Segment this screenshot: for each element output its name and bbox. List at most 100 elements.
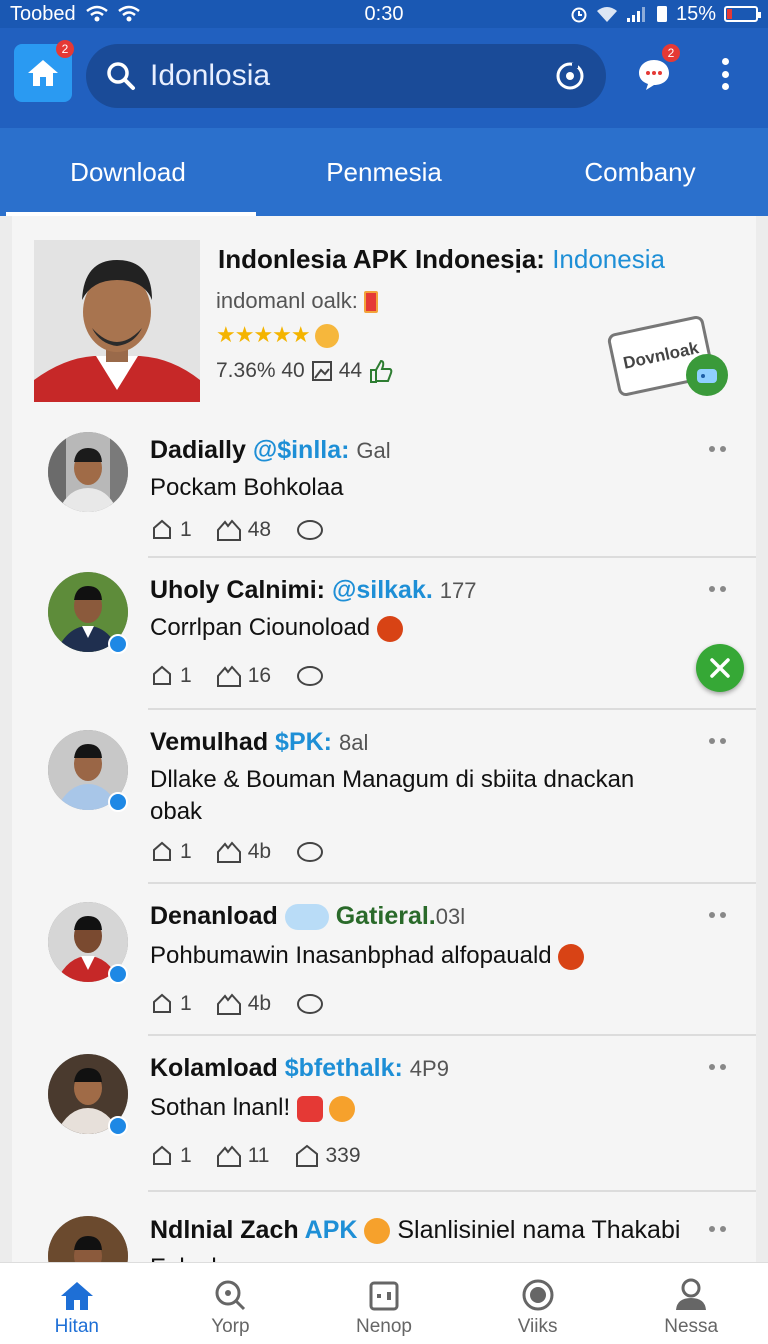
rating-stars: ★★★★★ <box>216 322 339 349</box>
profile-icon <box>676 1278 707 1310</box>
share-icon <box>216 665 241 687</box>
phone-icon <box>364 291 378 314</box>
post-more-button[interactable] <box>709 1064 726 1070</box>
sim-icon <box>656 6 667 22</box>
share-button[interactable]: 16 <box>216 664 271 688</box>
reply-icon <box>153 841 171 861</box>
close-fab-button[interactable] <box>696 644 744 692</box>
post-title: Kolamload $bfethalk: 4P9 <box>150 1054 449 1082</box>
share-button[interactable]: 48 <box>216 518 271 542</box>
share-button[interactable]: 11 <box>216 1144 270 1168</box>
reply-button[interactable]: 1 <box>150 664 192 688</box>
post-actions: 1 4b <box>150 992 325 1016</box>
smirk-emoji <box>364 1218 391 1245</box>
featured-title: Indonlesia APK Indonesịa: Indonesia <box>218 244 665 274</box>
reply-button[interactable]: 1 <box>150 840 192 864</box>
comment-icon[interactable] <box>295 840 325 864</box>
feed: Indonlesia APK Indonesịa: Indonesia indo… <box>12 216 756 1262</box>
chat-button[interactable]: 2 <box>636 44 680 92</box>
home-icon <box>60 1282 93 1310</box>
bottom-navigation: Hitan Yorp Nenop Viiks Nessa <box>0 1262 768 1344</box>
search-input[interactable]: Idonlosia <box>150 59 554 93</box>
calendar-icon <box>369 1281 399 1311</box>
share-icon <box>216 993 241 1015</box>
featured-photo <box>34 240 200 402</box>
wifi-icon <box>117 5 140 22</box>
share-icon <box>216 519 241 541</box>
post-more-button[interactable] <box>709 738 726 744</box>
smile-emoji <box>314 324 339 349</box>
globe-icon <box>522 1279 554 1311</box>
app-bar: 2 Idonlosia 2 <box>0 28 768 128</box>
nav-yorp[interactable]: Yorp <box>154 1263 308 1344</box>
nav-viiks[interactable]: Viiks <box>461 1263 615 1344</box>
close-icon <box>710 658 730 678</box>
post-body: Pockam Bohkolaa <box>150 474 344 501</box>
post-more-button[interactable] <box>709 912 726 918</box>
post-more-button[interactable] <box>709 1226 726 1232</box>
cloud-icon <box>284 904 329 931</box>
post-more-button[interactable] <box>709 586 726 592</box>
download-badge-icon <box>686 354 728 396</box>
post-body: Dllake & Bouman Managum di sbiita dnacka… <box>150 766 635 825</box>
tab-penmesia[interactable]: Penmesia <box>256 128 512 216</box>
nav-nenop[interactable]: Nenop <box>307 1263 461 1344</box>
scan-icon[interactable] <box>554 60 586 92</box>
post-actions: 1 11 339 <box>150 1144 375 1168</box>
search-bar[interactable]: Idonlosia <box>86 44 606 108</box>
post-title: Ndlnial Zach APK Slanlisiniel nama Thaka… <box>150 1216 681 1245</box>
featured-card[interactable]: Indonlesia APK Indonesịa: Indonesia indo… <box>34 240 734 408</box>
post-title: Vemulhad $PK: 8al <box>150 728 369 756</box>
verified-icon <box>108 1116 128 1136</box>
list-item[interactable]: Vemulhad $PK: 8al Dllake & Bouman Managu… <box>12 708 756 882</box>
nav-nessa[interactable]: Nessa <box>614 1263 768 1344</box>
verified-icon <box>108 634 128 654</box>
search-icon <box>215 1280 246 1311</box>
search-icon <box>107 62 135 90</box>
image-icon <box>311 361 332 381</box>
comment-icon[interactable] <box>295 664 325 688</box>
mask-emoji <box>296 1095 323 1122</box>
battery-icon <box>724 6 761 22</box>
repost-button[interactable]: 339 <box>294 1144 361 1168</box>
status-bar: Toobed 0:30 15% <box>0 0 768 28</box>
list-item[interactable]: Denanload Gatieral.03l Pohbumawin Inasan… <box>12 882 756 1034</box>
home-outline-icon <box>295 1144 318 1167</box>
post-actions: 1 48 <box>150 518 325 542</box>
reply-button[interactable]: 1 <box>150 518 192 542</box>
wifi-icon <box>85 5 108 22</box>
signal-icon <box>626 7 645 22</box>
list-item[interactable]: Ndlnial Zach APK Slanlisiniel nama Thaka… <box>12 1190 756 1262</box>
featured-stats: 7.36% 40 44 <box>216 358 394 384</box>
list-item[interactable]: Uholy Calnimi: @silkak. 177 Corrlpan Cio… <box>12 556 756 708</box>
avatar[interactable] <box>48 432 128 512</box>
more-options-button[interactable] <box>718 58 732 90</box>
thumbs-up-icon[interactable] <box>368 358 394 384</box>
list-item[interactable]: Dadially @$inlla: Gal Pockam Bohkolaa 1 … <box>12 420 756 556</box>
home-button[interactable]: 2 <box>14 40 74 102</box>
share-button[interactable]: 4b <box>216 840 271 864</box>
tab-download[interactable]: Download <box>0 128 256 216</box>
post-body: Sothan lnanl! <box>150 1092 686 1124</box>
comment-icon[interactable] <box>295 992 325 1016</box>
alarm-icon <box>571 7 587 23</box>
comment-icon[interactable] <box>295 518 325 542</box>
post-title: Dadially @$inlla: Gal <box>150 436 391 464</box>
featured-subtitle: indomanl oalk: <box>216 288 378 314</box>
tab-combany[interactable]: Combany <box>512 128 768 216</box>
home-badge: 2 <box>56 40 74 58</box>
post-more-button[interactable] <box>709 446 726 452</box>
post-actions: 1 4b <box>150 840 325 864</box>
tab-bar: Download Penmesia Combany <box>0 128 768 216</box>
home-icon <box>28 60 58 86</box>
nav-hitan[interactable]: Hitan <box>0 1263 154 1344</box>
avatar[interactable] <box>48 1216 128 1262</box>
list-item[interactable]: Kolamload $bfethalk: 4P9 Sothan lnanl! 1… <box>12 1034 756 1190</box>
post-body: Pohbumawin Inasanbphad alfopauald <box>150 940 686 972</box>
share-button[interactable]: 4b <box>216 992 271 1016</box>
share-icon <box>216 1145 241 1167</box>
reply-button[interactable]: 1 <box>150 1144 192 1168</box>
post-actions: 1 16 <box>150 664 325 688</box>
reply-icon <box>153 1145 171 1165</box>
reply-button[interactable]: 1 <box>150 992 192 1016</box>
